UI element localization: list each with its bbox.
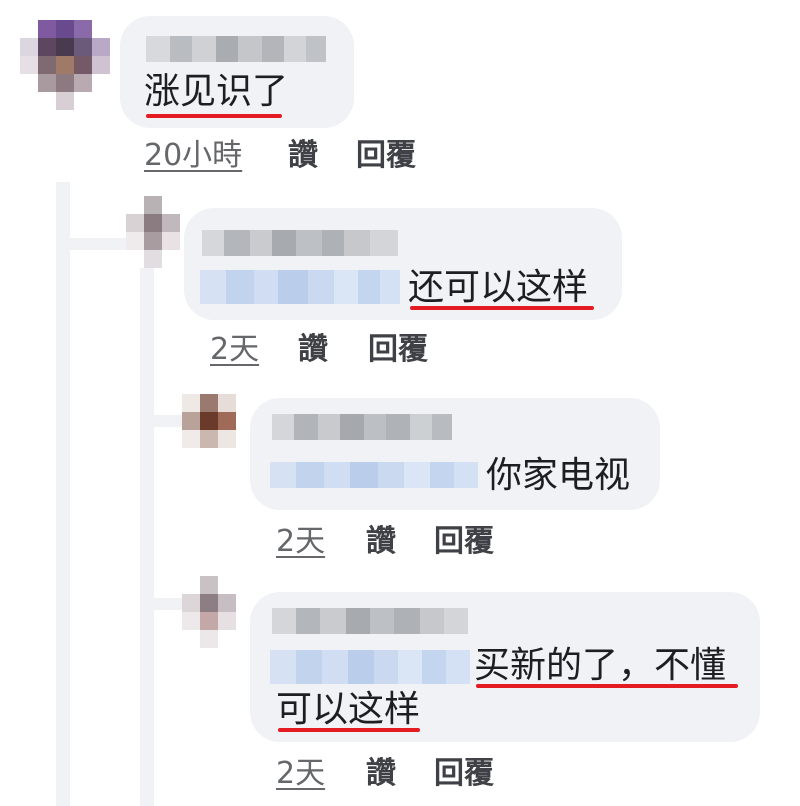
like-button[interactable]: 讚 bbox=[288, 138, 318, 174]
reply-button[interactable]: 回覆 bbox=[356, 138, 416, 174]
comment-timestamp[interactable]: 2天 bbox=[276, 524, 325, 560]
comment-text: 涨见识了 bbox=[144, 71, 289, 112]
author-name-blurred[interactable] bbox=[272, 608, 468, 634]
mention-blurred[interactable] bbox=[270, 650, 470, 684]
comment-text: 还可以这样 bbox=[408, 267, 589, 308]
thread-line bbox=[56, 182, 70, 806]
like-button[interactable]: 讚 bbox=[298, 332, 328, 368]
comment-text: 你家电视 bbox=[486, 455, 631, 496]
author-name-blurred[interactable] bbox=[202, 230, 398, 256]
thread-line bbox=[154, 415, 184, 427]
mention-blurred[interactable] bbox=[270, 462, 478, 488]
reply-button[interactable]: 回覆 bbox=[434, 524, 494, 560]
avatar[interactable] bbox=[182, 394, 236, 448]
comment-timestamp[interactable]: 2天 bbox=[276, 756, 325, 792]
mention-blurred[interactable] bbox=[200, 270, 400, 304]
avatar[interactable] bbox=[182, 576, 236, 648]
reply-button[interactable]: 回覆 bbox=[368, 332, 428, 368]
author-name-blurred[interactable] bbox=[272, 414, 452, 440]
comment-text: 可以这样 bbox=[276, 689, 421, 730]
reply-button[interactable]: 回覆 bbox=[434, 756, 494, 792]
comment-timestamp[interactable]: 20小時 bbox=[144, 138, 242, 174]
like-button[interactable]: 讚 bbox=[366, 756, 396, 792]
thread-line bbox=[70, 238, 130, 250]
thread-line bbox=[154, 598, 184, 610]
thread-line bbox=[140, 250, 154, 806]
author-name-blurred[interactable] bbox=[146, 36, 326, 62]
avatar[interactable] bbox=[20, 20, 110, 110]
comment-timestamp[interactable]: 2天 bbox=[210, 332, 259, 368]
highlight-underline bbox=[476, 684, 738, 688]
avatar[interactable] bbox=[126, 196, 180, 268]
comment-text: 买新的了，不懂 bbox=[474, 645, 727, 686]
highlight-underline bbox=[410, 306, 594, 310]
like-button[interactable]: 讚 bbox=[366, 524, 396, 560]
highlight-underline bbox=[278, 728, 420, 732]
highlight-underline bbox=[146, 114, 282, 118]
